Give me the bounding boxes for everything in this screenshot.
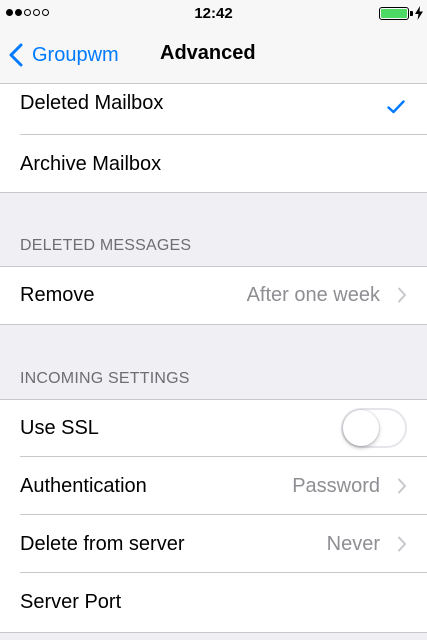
remove-label: Remove (20, 284, 95, 306)
chevron-right-icon (398, 478, 406, 494)
status-time: 12:42 (194, 5, 233, 22)
incoming-settings-group: Use SSL Authentication Password Delete f… (0, 399, 427, 633)
authentication-row[interactable]: Authentication Password (0, 457, 427, 515)
authentication-label: Authentication (20, 474, 147, 497)
battery-tip (410, 11, 413, 16)
group-border (0, 192, 427, 193)
use-ssl-label: Use SSL (20, 416, 99, 439)
mailbox-option-label: Archive Mailbox (20, 152, 162, 175)
deleted-messages-group: Remove After one week (0, 266, 427, 325)
checkmark-icon (387, 100, 405, 114)
chevron-right-icon (398, 287, 406, 303)
use-ssl-row: Use SSL (0, 399, 427, 457)
mailbox-option-archive[interactable]: Archive Mailbox (0, 135, 427, 193)
navigation-bar: Groupwm Advanced (0, 28, 427, 84)
authentication-value: Password (292, 474, 380, 497)
status-bar: 12:42 (0, 0, 427, 28)
group-border (0, 632, 427, 633)
group-border (0, 324, 427, 325)
remove-row[interactable]: Remove After one week (0, 266, 427, 325)
mailbox-group: Deleted Mailbox Archive Mailbox (0, 84, 427, 193)
delete-from-server-value: Never (326, 532, 380, 555)
server-port-row[interactable]: Server Port (0, 573, 427, 631)
battery-icon (379, 7, 409, 20)
remove-value: After one week (246, 284, 380, 306)
toggle-knob (343, 410, 379, 446)
section-header-deleted-messages: DELETED MESSAGES (20, 237, 192, 254)
battery-level (381, 9, 407, 18)
section-header-incoming-settings: INCOMING SETTINGS (20, 370, 190, 387)
mailbox-option-label: Deleted Mailbox (20, 92, 164, 114)
use-ssl-toggle[interactable] (341, 408, 407, 448)
chevron-left-icon (9, 43, 23, 67)
back-button[interactable]: Groupwm (8, 38, 119, 72)
delete-from-server-label: Delete from server (20, 532, 185, 555)
charging-bolt-icon (415, 6, 423, 20)
chevron-right-icon (398, 536, 406, 552)
delete-from-server-row[interactable]: Delete from server Never (0, 515, 427, 573)
mailbox-option-deleted[interactable]: Deleted Mailbox (0, 84, 427, 135)
back-button-label: Groupwm (32, 43, 119, 66)
server-port-label: Server Port (20, 590, 122, 613)
page-title: Advanced (160, 42, 256, 64)
